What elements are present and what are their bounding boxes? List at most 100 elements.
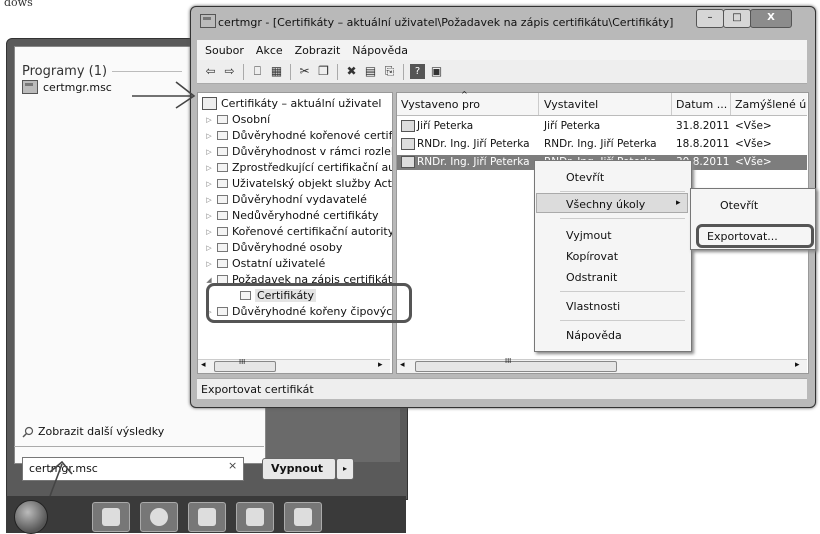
menu-bar: Soubor Akce Zobrazit Nápověda (197, 40, 807, 60)
notebook-icon (246, 508, 264, 526)
column-divider[interactable] (671, 93, 672, 115)
taskbar-app-calendar[interactable] (92, 502, 130, 532)
scroll-left-icon[interactable]: ◂ (400, 360, 405, 370)
close-button[interactable]: X (750, 9, 792, 28)
expand-arrow-icon[interactable]: ▷ (204, 116, 214, 124)
tree-item-osobni[interactable]: ▷ Osobní (204, 112, 270, 127)
tree-item-label: Důvěryhodné osoby (232, 241, 343, 254)
program-item-certmgr[interactable]: certmgr.msc (22, 80, 112, 94)
program-item-label: certmgr.msc (43, 80, 112, 94)
toolbar-separator (403, 63, 404, 80)
folder-icon (217, 131, 228, 140)
more-results-label: Zobrazit další výsledky (38, 425, 165, 438)
show-tree-icon[interactable]: ▦ (269, 64, 284, 79)
tree-item-label: Certifikáty – aktuální uživatel (221, 97, 382, 110)
column-divider[interactable] (730, 93, 731, 115)
more-results-link[interactable]: Zobrazit další výsledky (22, 425, 164, 438)
cell-purposes: <Vše> (735, 138, 772, 150)
column-header-issued-to[interactable]: Vystaveno pro (401, 98, 480, 111)
folder-icon (217, 227, 228, 236)
menu-soubor[interactable]: Soubor (205, 44, 244, 57)
tree-item[interactable]: ▷ Zprostředkující certifikační au (204, 160, 392, 175)
menu-item-cut[interactable]: Vyjmout (566, 229, 612, 242)
expand-arrow-icon[interactable]: ▷ (204, 180, 214, 188)
menu-napoveda[interactable]: Nápověda (352, 44, 408, 57)
menu-separator (560, 218, 685, 219)
tree-item-root[interactable]: Certifikáty – aktuální uživatel (202, 96, 381, 111)
certmgr-window-icon (200, 14, 216, 28)
heading-divider (112, 71, 182, 72)
tree-scroll-thumb[interactable]: III (214, 358, 276, 372)
tree-item[interactable]: ▷ Uživatelský objekt služby Acti (204, 176, 392, 191)
folder-icon (217, 211, 228, 220)
menu-akce[interactable]: Akce (256, 44, 283, 57)
column-header-date[interactable]: Datum ... (676, 98, 727, 111)
expand-arrow-icon[interactable]: ▷ (204, 196, 214, 204)
start-button[interactable] (14, 500, 48, 534)
list-scroll-thumb[interactable] (415, 361, 617, 372)
tree-item[interactable]: ▷ Kořenové certifikační autority (204, 224, 392, 239)
menu-item-copy[interactable]: Kopírovat (566, 250, 618, 263)
expand-arrow-icon[interactable]: ▷ (204, 212, 214, 220)
column-header-issued-by[interactable]: Vystavitel (544, 98, 598, 111)
tree-item-label: Nedůvěryhodné certifikáty (232, 209, 379, 222)
cell-issued-by: Jiří Peterka (544, 120, 601, 132)
tree-item[interactable]: ▷ Důvěryhodné osoby (204, 240, 342, 255)
table-row[interactable]: Jiří Peterka Jiří Peterka 31.8.2011 <Vše… (397, 119, 807, 134)
taskbar-app-onenote[interactable] (236, 502, 274, 532)
cell-issued-to: RNDr. Ing. Jiří Peterka (417, 138, 530, 150)
back-icon[interactable]: ⇦ (203, 64, 218, 79)
tree-item[interactable]: ▷ Důvěryhodní vydavatelé (204, 192, 367, 207)
expand-arrow-icon[interactable]: ▷ (204, 164, 214, 172)
search-icon (22, 426, 34, 438)
menu-item-help[interactable]: Nápověda (566, 329, 622, 342)
tree-item[interactable]: ▷ Důvěryhodnost v rámci rozlel (204, 144, 392, 159)
shutdown-options-button[interactable]: ▸ (336, 458, 354, 480)
tree-item[interactable]: ▷ Nedůvěryhodné certifikáty (204, 208, 379, 223)
column-header-purposes[interactable]: Zamýšlené ú (735, 98, 806, 111)
expand-arrow-icon[interactable]: ▷ (204, 244, 214, 252)
expand-arrow-icon[interactable]: ▷ (204, 148, 214, 156)
menu-separator (560, 191, 685, 192)
menu-item-properties[interactable]: Vlastnosti (566, 300, 620, 313)
up-folder-icon[interactable]: ⎕ (250, 64, 265, 79)
shutdown-label: Vypnout (271, 462, 324, 475)
export-list-icon[interactable]: ⎘ (382, 64, 397, 79)
expand-arrow-icon[interactable]: ▷ (204, 132, 214, 140)
clear-search-icon[interactable]: × (228, 459, 237, 472)
scroll-left-icon[interactable]: ◂ (201, 360, 206, 370)
menu-item-open[interactable]: Otevřít (566, 171, 604, 184)
taskbar-app-browser[interactable] (140, 502, 178, 532)
expand-arrow-icon[interactable]: ▷ (204, 228, 214, 236)
maximize-button[interactable]: □ (723, 9, 751, 28)
tree-item[interactable]: ▷ Ostatní uživatelé (204, 256, 325, 271)
delete-icon[interactable]: ✖ (344, 64, 359, 79)
table-row[interactable]: RNDr. Ing. Jiří Peterka RNDr. Ing. Jiří … (397, 137, 807, 152)
menu-item-all-tasks[interactable]: Všechny úkoly (566, 198, 645, 211)
page-caption: dows (4, 0, 33, 9)
programs-heading: Programy (1) (22, 64, 108, 79)
list-horizontal-scrollbar[interactable]: ◂ ▸ III (397, 357, 807, 373)
scroll-right-icon[interactable]: ▸ (378, 360, 383, 370)
menu-zobrazit[interactable]: Zobrazit (295, 44, 341, 57)
submenu-item-open[interactable]: Otevřít (720, 199, 758, 212)
scroll-right-icon[interactable]: ▸ (795, 360, 800, 370)
tree-item-label: Důvěryhodné kořenové certif (232, 129, 393, 142)
action-pane-icon[interactable]: ▣ (429, 64, 444, 79)
minimize-button[interactable]: – (696, 9, 724, 28)
column-divider[interactable] (538, 93, 539, 115)
help-icon[interactable]: ? (410, 64, 425, 79)
properties-icon[interactable]: ▤ (363, 64, 378, 79)
forward-icon[interactable]: ⇨ (222, 64, 237, 79)
menu-item-delete[interactable]: Odstranit (566, 271, 617, 284)
taskbar-app-explorer[interactable] (188, 502, 226, 532)
tree-item[interactable]: ▷ Důvěryhodné kořenové certif (204, 128, 392, 143)
export-callout-frame (696, 224, 814, 248)
cut-icon[interactable]: ✂ (297, 64, 312, 79)
taskbar-app-word[interactable] (284, 502, 322, 532)
copy-icon[interactable]: ❐ (316, 64, 331, 79)
folder-icon (217, 259, 228, 268)
folder-icon (198, 508, 216, 526)
shutdown-button[interactable]: Vypnout (262, 458, 336, 480)
expand-arrow-icon[interactable]: ▷ (204, 260, 214, 268)
